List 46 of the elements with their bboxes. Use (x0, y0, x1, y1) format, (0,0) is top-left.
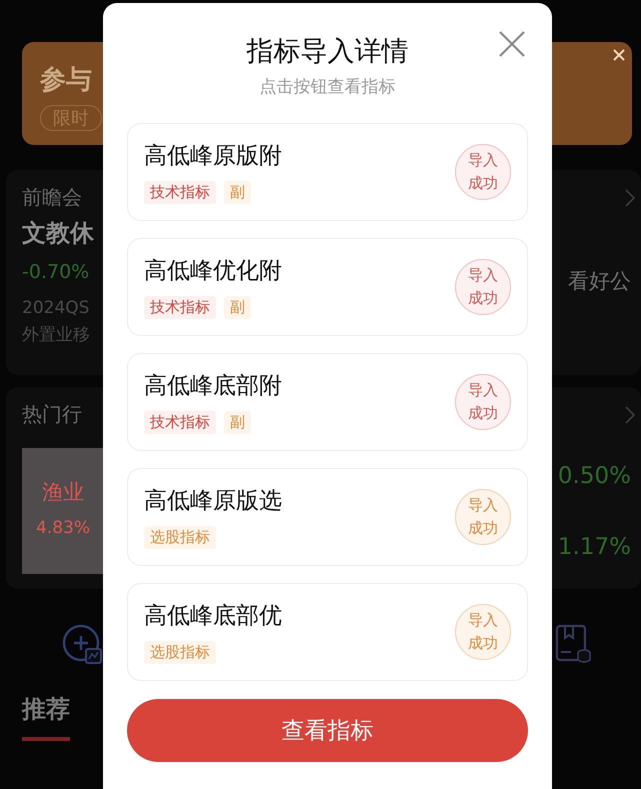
company-name: 文教休 (22, 218, 94, 249)
banner-title: 参与 (40, 64, 92, 97)
view-indicators-button[interactable]: 查看指标 (127, 699, 528, 762)
indicator-card[interactable]: 高低峰优化附 技术指标 副 导入成功 (127, 238, 528, 336)
industry-name: 渔业 (42, 479, 84, 506)
dialog-subtitle: 点击按钮查看指标 (260, 76, 396, 98)
add-chart-icon (62, 624, 104, 666)
indicator-card[interactable]: 高低峰底部优 选股指标 导入成功 (127, 583, 528, 681)
indicator-tag: 技术指标 (144, 411, 216, 434)
close-icon (612, 48, 626, 62)
card-heading: 热门行 (22, 401, 82, 428)
indicator-name: 高低峰优化附 (144, 257, 282, 286)
indicator-tag: 技术指标 (144, 181, 216, 204)
indicator-card[interactable]: 高低峰原版附 技术指标 副 导入成功 (127, 123, 528, 221)
book-coins-icon (555, 624, 591, 664)
industry-change: 4.83% (36, 518, 90, 538)
indicator-name: 高低峰原版选 (144, 487, 282, 516)
indicator-tag: 副 (224, 296, 251, 319)
status-stamp: 导入成功 (455, 604, 511, 660)
card-text: 外置业移 (22, 324, 90, 347)
indicator-name: 高低峰底部附 (144, 372, 282, 401)
card-note: 看好公 (568, 268, 631, 295)
indicator-tag: 副 (224, 411, 251, 434)
indicator-name: 高低峰底部优 (144, 602, 282, 631)
change-value: -0.70% (22, 261, 90, 283)
status-stamp: 导入成功 (455, 144, 511, 200)
card-text: 2024QS (22, 297, 90, 320)
status-stamp: 导入成功 (455, 489, 511, 545)
indicator-name: 高低峰原版附 (144, 142, 282, 171)
indicator-tag: 技术指标 (144, 296, 216, 319)
tab[interactable]: 推荐 (22, 693, 70, 741)
change-value: 1.17% (558, 534, 631, 560)
change-value: 0.50% (558, 463, 631, 489)
indicator-tag: 选股指标 (144, 526, 216, 549)
status-stamp: 导入成功 (455, 259, 511, 315)
close-button[interactable] (499, 31, 525, 57)
indicator-card[interactable]: 高低峰底部附 技术指标 副 导入成功 (127, 353, 528, 451)
status-stamp: 导入成功 (455, 374, 511, 430)
dialog-title: 指标导入详情 (246, 35, 408, 69)
indicator-tag: 副 (224, 181, 251, 204)
card-heading: 前瞻会 (22, 184, 82, 211)
close-icon (499, 31, 525, 57)
chevron-right-icon (625, 406, 635, 424)
chevron-right-icon (625, 188, 635, 206)
indicator-tag: 选股指标 (144, 641, 216, 664)
indicator-card[interactable]: 高低峰原版选 选股指标 导入成功 (127, 468, 528, 566)
